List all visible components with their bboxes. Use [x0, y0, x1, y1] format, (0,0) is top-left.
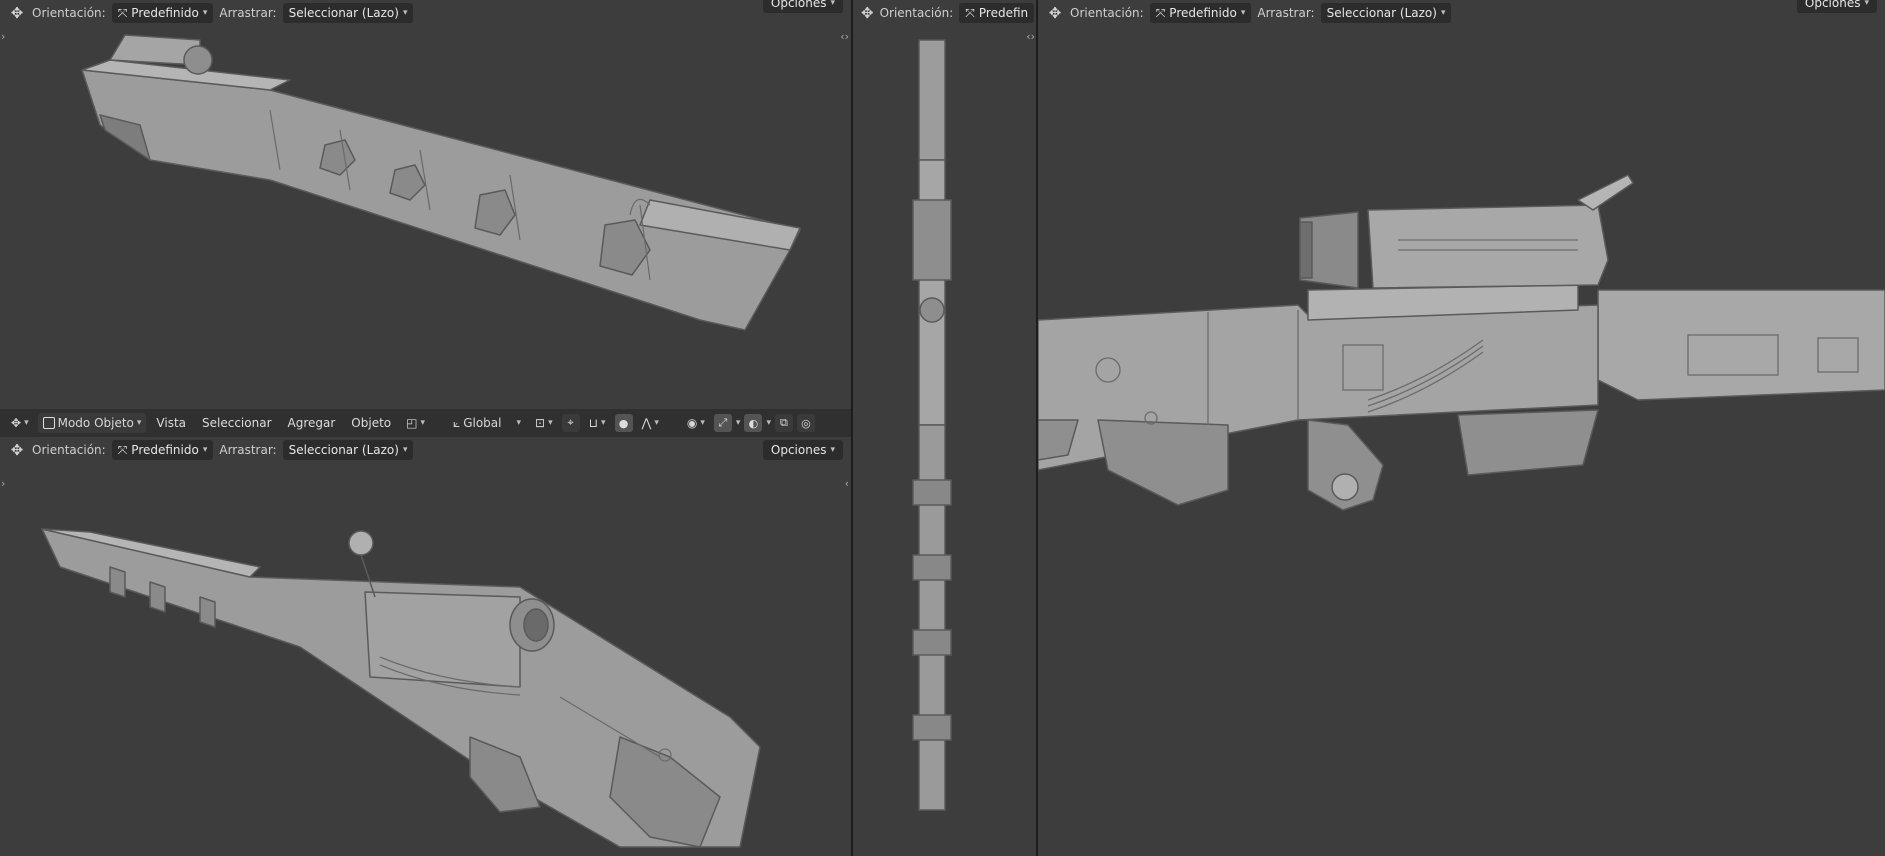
menu-agregar[interactable]: Agregar: [282, 413, 342, 433]
transform-orientation-dropdown[interactable]: ⟀ Global ▾: [448, 413, 526, 433]
menu-seleccionar[interactable]: Seleccionar: [196, 413, 277, 433]
mode-label: Modo Objeto: [57, 416, 134, 430]
transform-orientation-icon: ⟀: [453, 415, 461, 430]
rifle-model-view-top[interactable]: [853, 0, 1036, 856]
transform-orientation-value: Global: [463, 416, 502, 430]
viewport-right[interactable]: ✥ Orientación: ⤧ Predefinido ▾ Arrastrar…: [1038, 0, 1885, 856]
menu-vista[interactable]: Vista: [150, 413, 192, 433]
falloff-dropdown[interactable]: ⋀ ▾: [637, 413, 664, 433]
pivot-point-dropdown[interactable]: ⊡ ▾: [530, 413, 558, 433]
viewport-bottom-left[interactable]: ✥ Orientación: ⤧ Predefinido ▾ Arrastrar…: [0, 437, 851, 856]
menu-objeto[interactable]: Objeto: [345, 413, 397, 433]
chevron-down-icon: ▾: [420, 418, 425, 428]
visibility-dropdown[interactable]: ◉ ▾: [682, 413, 710, 433]
snap-target-dropdown[interactable]: ⊔ ▾: [584, 413, 611, 433]
editor-header: ✥ ▾ Modo Objeto ▾ Vista Seleccionar Agre…: [0, 409, 851, 437]
chevron-down-icon[interactable]: ▾: [736, 418, 741, 428]
visibility-eye-icon: ◉: [686, 416, 698, 430]
rifle-model-view-a[interactable]: [0, 0, 851, 409]
chevron-down-icon[interactable]: ▾: [766, 418, 771, 428]
chevron-down-icon: ▾: [548, 418, 553, 428]
select-mode-dropdown[interactable]: ◰ ▾: [401, 413, 430, 433]
pivot-icon: ⊡: [535, 416, 546, 430]
overlay-icon[interactable]: ◐: [744, 414, 763, 432]
falloff-curve-icon: ⋀: [641, 416, 652, 430]
snap-icon[interactable]: ⌖: [561, 414, 580, 432]
editor-type-button[interactable]: ✥ ▾: [6, 413, 34, 433]
rifle-model-view-b[interactable]: [0, 437, 851, 856]
chevron-down-icon: ▾: [516, 418, 522, 428]
snap-increment-icon: ⊔: [588, 416, 598, 430]
rifle-model-view-side[interactable]: [1038, 0, 1885, 856]
xray-icon[interactable]: ⧉: [774, 414, 793, 432]
chevron-down-icon: ▾: [24, 418, 29, 428]
mode-dropdown[interactable]: Modo Objeto ▾: [37, 413, 147, 433]
select-box-icon: ◰: [406, 416, 418, 430]
shading-wireframe-icon[interactable]: ◎: [796, 414, 815, 432]
proportional-edit-icon[interactable]: ●: [614, 414, 633, 432]
chevron-down-icon: ▾: [654, 418, 659, 428]
object-mode-icon: [42, 417, 55, 429]
chevron-down-icon: ▾: [600, 418, 606, 428]
viewport-middle[interactable]: ✥ Orientación: ⤧ Predefin ‹›: [853, 0, 1036, 856]
move-arrows-icon: ✥: [11, 416, 22, 430]
viewport-top-left[interactable]: ✥ Orientación: ⤧ Predefinido ▾ Arrastrar…: [0, 0, 851, 409]
gizmo-icon[interactable]: ⤢: [713, 414, 732, 432]
chevron-down-icon: ▾: [700, 418, 705, 428]
chevron-down-icon: ▾: [136, 418, 142, 428]
